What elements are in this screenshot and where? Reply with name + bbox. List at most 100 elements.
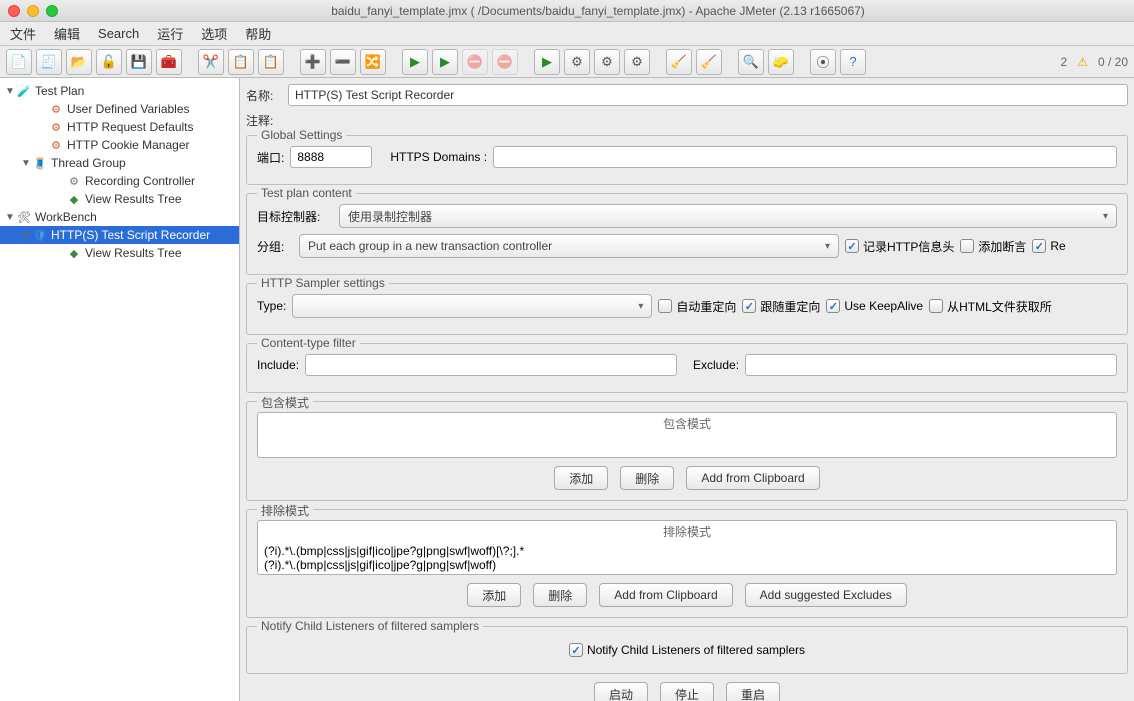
keepalive-checkbox[interactable]: Use KeepAlive — [826, 299, 923, 313]
target-controller-select[interactable]: 使用录制控制器▾ — [339, 204, 1117, 228]
sampler-legend: HTTP Sampler settings — [257, 276, 389, 290]
global-settings-fieldset: Global Settings 端口: 8888 HTTPS Domains : — [246, 135, 1128, 185]
exclude-clipboard-button[interactable]: Add from Clipboard — [599, 583, 732, 607]
plan-legend: Test plan content — [257, 186, 356, 200]
save-as-button[interactable]: 🧰 — [156, 49, 182, 75]
menu-help[interactable]: 帮助 — [245, 24, 271, 43]
paste-button[interactable]: 📋 — [258, 49, 284, 75]
include-input[interactable] — [305, 354, 677, 376]
save-button[interactable]: 💾 — [126, 49, 152, 75]
include-patterns-legend: 包含模式 — [257, 394, 313, 411]
tree-workbench[interactable]: ▼🛠WorkBench — [0, 208, 239, 226]
cut-button[interactable]: ✂️ — [198, 49, 224, 75]
include-add-button[interactable]: 添加 — [554, 466, 608, 490]
start-no-timers-button[interactable]: ▶ — [432, 49, 458, 75]
tree-thread-group[interactable]: ▼🧵Thread Group — [0, 154, 239, 172]
tree-user-defined-variables[interactable]: ⚙User Defined Variables — [0, 100, 239, 118]
tree-view-results-tree-1[interactable]: ◆View Results Tree — [0, 190, 239, 208]
grouping-select[interactable]: Put each group in a new transaction cont… — [299, 234, 839, 258]
tree-test-plan[interactable]: ▼🧪Test Plan — [0, 82, 239, 100]
collapse-button[interactable]: ➖ — [330, 49, 356, 75]
window-controls — [8, 5, 58, 17]
https-domains-input[interactable] — [493, 146, 1117, 168]
start-button[interactable]: ▶ — [402, 49, 428, 75]
exclude-suggested-button[interactable]: Add suggested Excludes — [745, 583, 907, 607]
exclude-pattern-row[interactable]: (?i).*\.(bmp|css|js|gif|ico|jpe?g|png|sw… — [264, 544, 1110, 558]
restart-recorder-button[interactable]: 重启 — [726, 682, 780, 701]
tree-view-results-tree-2[interactable]: ◆View Results Tree — [0, 244, 239, 262]
menu-file[interactable]: 文件 — [10, 24, 36, 43]
exclude-add-button[interactable]: 添加 — [467, 583, 521, 607]
new-button[interactable]: 📄 — [6, 49, 32, 75]
clear-all-button[interactable]: 🧹 — [696, 49, 722, 75]
notify-checkbox[interactable]: Notify Child Listeners of filtered sampl… — [569, 643, 805, 657]
copy-button[interactable]: 📋 — [228, 49, 254, 75]
close-button[interactable]: 🔓 — [96, 49, 122, 75]
exclude-delete-button[interactable]: 删除 — [533, 583, 587, 607]
auto-redirect-checkbox[interactable]: 自动重定向 — [658, 298, 736, 315]
tree-http-cookie-manager[interactable]: ⚙HTTP Cookie Manager — [0, 136, 239, 154]
remote-start-all-button[interactable]: ⚙ — [564, 49, 590, 75]
menu-run[interactable]: 运行 — [157, 24, 183, 43]
exclude-input[interactable] — [745, 354, 1117, 376]
name-label: 名称: — [246, 87, 282, 104]
tree-recording-controller[interactable]: ⚙Recording Controller — [0, 172, 239, 190]
help-button[interactable]: ? — [840, 49, 866, 75]
retrieve-html-resources-checkbox[interactable]: 从HTML文件获取所 — [929, 298, 1052, 315]
port-input[interactable]: 8888 — [290, 146, 372, 168]
regex-match-checkbox[interactable]: Re — [1032, 239, 1065, 253]
ctfilter-legend: Content-type filter — [257, 336, 360, 350]
port-label: 端口: — [257, 149, 284, 166]
remote-shutdown-button[interactable]: ⚙ — [624, 49, 650, 75]
close-icon[interactable] — [8, 5, 20, 17]
start-recorder-button[interactable]: 启动 — [594, 682, 648, 701]
menu-options[interactable]: 选项 — [201, 24, 227, 43]
notify-fieldset: Notify Child Listeners of filtered sampl… — [246, 626, 1128, 674]
function-helper-button[interactable]: ⦿ — [810, 49, 836, 75]
sampler-type-label: Type: — [257, 299, 286, 313]
search-button[interactable]: 🔍 — [738, 49, 764, 75]
zoom-icon[interactable] — [46, 5, 58, 17]
sampler-type-select[interactable]: ▾ — [292, 294, 652, 318]
exclude-patterns-header: 排除模式 — [258, 521, 1116, 542]
stop-recorder-button[interactable]: 停止 — [660, 682, 714, 701]
tree-http-request-defaults[interactable]: ⚙HTTP Request Defaults — [0, 118, 239, 136]
remote-start-button[interactable]: ▶ — [534, 49, 560, 75]
menu-edit[interactable]: 编辑 — [54, 24, 80, 43]
exclude-patterns-list[interactable]: 排除模式 (?i).*\.(bmp|css|js|gif|ico|jpe?g|p… — [257, 520, 1117, 575]
follow-redirect-checkbox[interactable]: 跟随重定向 — [742, 298, 820, 315]
templates-button[interactable]: 🧾 — [36, 49, 62, 75]
tree-http-recorder[interactable]: ▼🛡HTTP(S) Test Script Recorder — [0, 226, 239, 244]
stop-button[interactable]: ⛔ — [462, 49, 488, 75]
open-button[interactable]: 📂 — [66, 49, 92, 75]
reset-search-button[interactable]: 🧽 — [768, 49, 794, 75]
exclude-pattern-row[interactable]: (?i).*\.(bmp|css|js|gif|ico|jpe?g|png|sw… — [264, 558, 1110, 572]
include-label: Include: — [257, 358, 299, 372]
exclude-label: Exclude: — [693, 358, 739, 372]
shutdown-button[interactable]: ⛔ — [492, 49, 518, 75]
record-headers-checkbox[interactable]: 记录HTTP信息头 — [845, 238, 954, 255]
exclude-patterns-legend: 排除模式 — [257, 502, 313, 519]
add-assertion-checkbox[interactable]: 添加断言 — [960, 238, 1026, 255]
include-patterns-list[interactable]: 包含模式 — [257, 412, 1117, 458]
include-clipboard-button[interactable]: Add from Clipboard — [686, 466, 819, 490]
content-panel: 名称: HTTP(S) Test Script Recorder 注释: Glo… — [240, 78, 1134, 701]
minimize-icon[interactable] — [27, 5, 39, 17]
include-delete-button[interactable]: 删除 — [620, 466, 674, 490]
target-controller-label: 目标控制器: — [257, 208, 333, 225]
remote-stop-button[interactable]: ⚙ — [594, 49, 620, 75]
https-domains-label: HTTPS Domains : — [390, 150, 487, 164]
expand-button[interactable]: ➕ — [300, 49, 326, 75]
test-plan-content-fieldset: Test plan content 目标控制器: 使用录制控制器▾ 分组: Pu… — [246, 193, 1128, 275]
menu-search[interactable]: Search — [98, 26, 139, 41]
notify-legend: Notify Child Listeners of filtered sampl… — [257, 619, 483, 633]
include-patterns-fieldset: 包含模式 包含模式 添加 删除 Add from Clipboard — [246, 401, 1128, 501]
status-count: 2 — [1061, 55, 1068, 69]
window-title: baidu_fanyi_template.jmx ( /Documents/ba… — [70, 4, 1126, 18]
grouping-label: 分组: — [257, 238, 293, 255]
clear-button[interactable]: 🧹 — [666, 49, 692, 75]
toggle-button[interactable]: 🔀 — [360, 49, 386, 75]
name-input[interactable]: HTTP(S) Test Script Recorder — [288, 84, 1128, 106]
warning-icon: ⚠ — [1077, 55, 1088, 69]
tree-sidebar: ▼🧪Test Plan ⚙User Defined Variables ⚙HTT… — [0, 78, 240, 701]
